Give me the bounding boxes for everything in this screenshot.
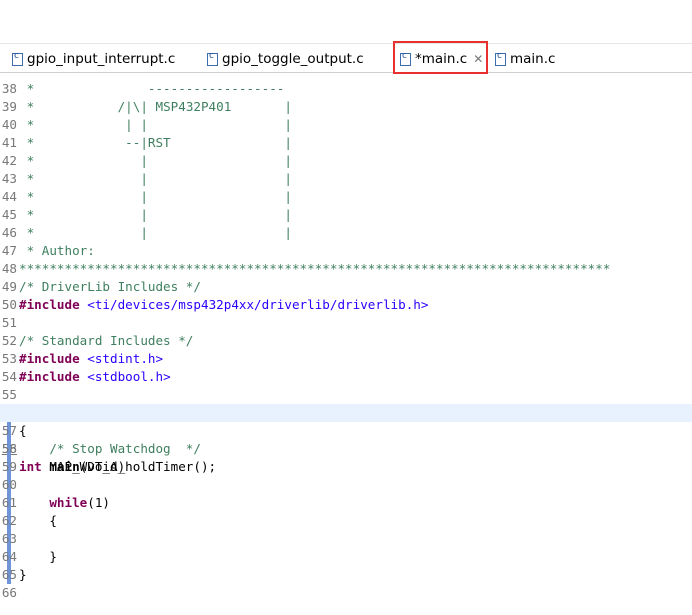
code-line: 42 * | |	[1, 153, 292, 168]
code-line: 38 * ------------------	[1, 81, 285, 96]
code-line: 54 #include <stdbool.h>	[1, 369, 171, 384]
code-line: 65}	[1, 566, 27, 584]
code-line: 43 * | |	[1, 171, 292, 186]
top-divider	[0, 43, 692, 44]
code-line: 63	[1, 530, 17, 548]
code-line: 39 * /|\| |	[1, 99, 292, 114]
code-line: 55	[1, 387, 17, 402]
tab-label: gpio_input_interrupt.c	[27, 51, 176, 67]
tab-label: gpio_toggle_output.c	[222, 51, 364, 67]
code-line: 60	[1, 476, 17, 494]
editor-tab-bar: gpio_input_interrupt.c gpio_toggle_outpu…	[0, 46, 692, 73]
code-line: 47 * Author:	[1, 243, 95, 258]
code-line: 49/* DriverLib Includes */	[1, 279, 201, 294]
code-line: 50 #include <ti/devices/msp432p4xx/driver…	[1, 297, 429, 312]
code-line: 52/* Standard Includes */	[1, 333, 194, 348]
code-line: 61 while(1)	[1, 494, 110, 512]
code-line: 58 /* Stop Watchdog */	[1, 440, 201, 458]
code-line: 40 * | | |	[1, 117, 292, 132]
code-line: 41 * --|RST |	[1, 135, 292, 150]
code-line-current: 56 int main(void)	[0, 404, 692, 474]
code-editor[interactable]: MSP432P401 38 * ------------------ 39 * …	[0, 73, 692, 615]
c-file-icon	[12, 51, 23, 66]
tab-main-c[interactable]: main.c	[495, 46, 555, 72]
code-line: 53 #include <stdint.h>	[1, 351, 164, 366]
code-line: 44 * | |	[1, 189, 292, 204]
code-line: 59 MAP_WDT_A_holdTimer();	[1, 458, 217, 476]
code-line: 66	[1, 585, 17, 600]
c-file-icon	[495, 51, 506, 66]
code-line: 45 * | |	[1, 207, 292, 222]
code-line: 46 * | |	[1, 225, 292, 240]
code-line: 64 }	[1, 548, 57, 566]
code-line: 62 {	[1, 512, 57, 530]
code-line: 57{	[1, 422, 27, 440]
code-line: 51	[1, 315, 17, 330]
window-top-area	[0, 0, 692, 44]
highlight-annotation-box	[393, 41, 488, 74]
c-file-icon	[207, 51, 218, 66]
tab-gpio-toggle-output[interactable]: gpio_toggle_output.c	[207, 46, 364, 72]
tab-label: main.c	[510, 51, 556, 67]
code-line-partial: MSP432P401	[0, 73, 692, 114]
tab-gpio-input-interrupt[interactable]: gpio_input_interrupt.c	[12, 46, 175, 72]
code-line: 48 **************************************…	[1, 261, 611, 276]
